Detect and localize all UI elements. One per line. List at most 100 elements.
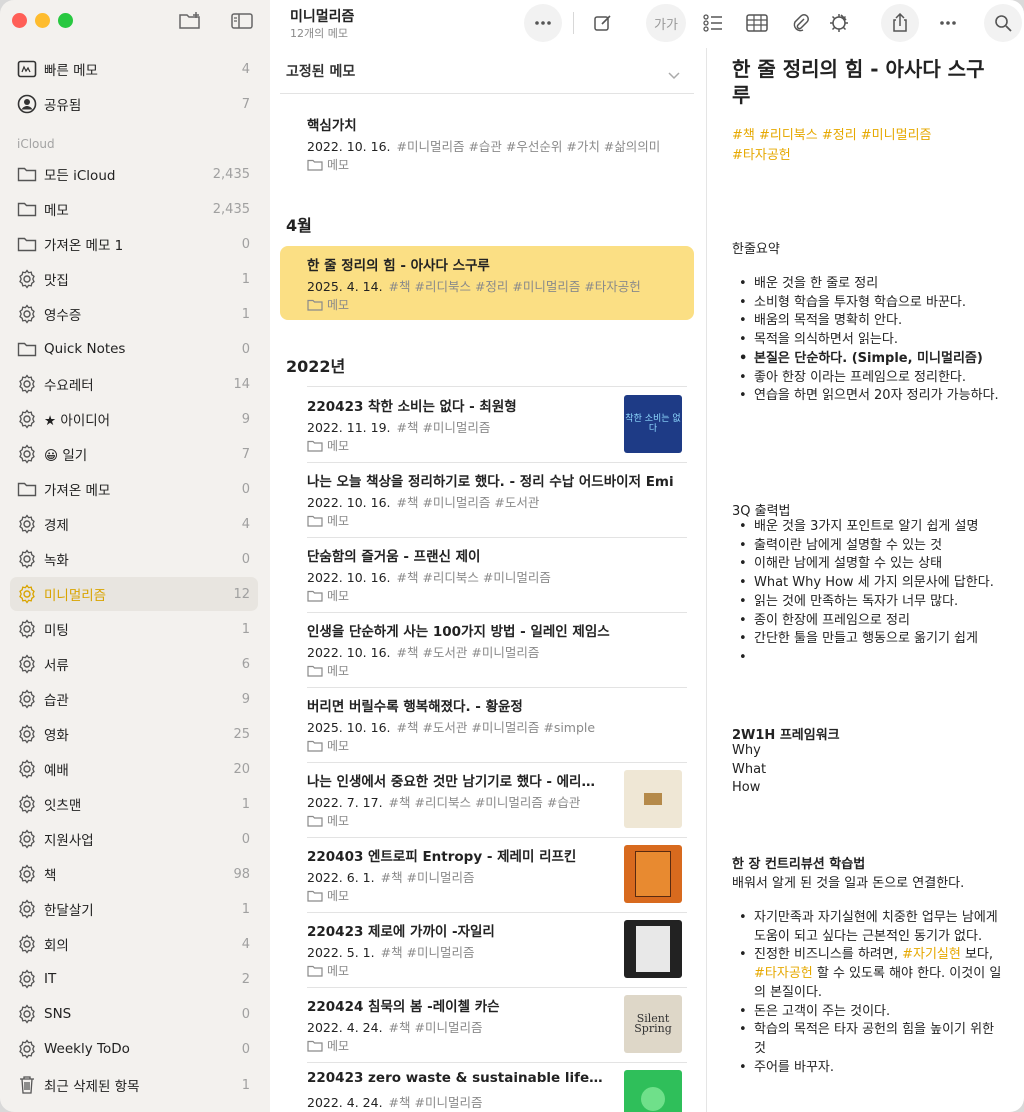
sidebar-item[interactable]: IT 2 bbox=[10, 962, 258, 996]
sidebar-item[interactable]: 서류 6 bbox=[10, 647, 258, 681]
note-row-title: 버리면 버릴수록 행복해졌다. - 황윤정 bbox=[307, 699, 523, 715]
search-button[interactable] bbox=[984, 4, 1022, 42]
contribution-intro[interactable]: 배워서 알게 된 것을 일과 돈으로 연결한다. bbox=[732, 872, 964, 891]
sidebar-item[interactable]: 미팅 1 bbox=[10, 612, 258, 646]
sidebar-item[interactable]: 공유됨 7 bbox=[10, 87, 258, 121]
list-item[interactable]: 본질은 단순하다. (Simple, 미니멀리즘) bbox=[732, 350, 1002, 369]
section-heading-3q[interactable]: 3Q 출력법 bbox=[732, 500, 791, 519]
sidebar-item[interactable]: 녹화 0 bbox=[10, 542, 258, 576]
sidebar-item[interactable]: 한달살기 1 bbox=[10, 892, 258, 926]
sidebar-item[interactable]: Weekly ToDo 0 bbox=[10, 1032, 258, 1066]
format-button[interactable]: 가가 bbox=[646, 4, 686, 42]
list-item[interactable]: 목적을 의식하면서 읽는다. bbox=[732, 331, 1002, 350]
note-editor[interactable]: 한 줄 정리의 힘 - 아사다 스구루 #책 #리디북스 #정리 #미니멀리즘 … bbox=[707, 48, 1024, 1112]
3q-list[interactable]: 배운 것을 3가지 포인트로 알기 쉽게 설명출력이란 남에게 설명할 수 있는… bbox=[732, 518, 1002, 668]
sidebar-item[interactable]: 예배 20 bbox=[10, 752, 258, 786]
table-button[interactable] bbox=[738, 4, 776, 42]
note-row[interactable]: 220423 착한 소비는 없다 - 최원형 2022. 11. 19. #책 #미… bbox=[280, 387, 694, 461]
section-heading-2w1h[interactable]: 2W1H 프레임워크 bbox=[732, 724, 840, 743]
sidebar-toggle-icon[interactable] bbox=[230, 11, 254, 31]
gear-icon bbox=[16, 443, 38, 465]
text-line[interactable]: How bbox=[732, 779, 766, 798]
sidebar-item[interactable]: 잇츠맨 1 bbox=[10, 787, 258, 821]
close-window-button[interactable] bbox=[12, 13, 27, 28]
list-item[interactable]: 읽는 것에 만족하는 독자가 너무 많다. bbox=[732, 593, 1002, 612]
note-title[interactable]: 한 줄 정리의 힘 - 아사다 스구루 bbox=[732, 56, 1000, 108]
list-item[interactable]: 좋아 한장 이라는 프레임으로 정리한다. bbox=[732, 369, 1002, 388]
note-row[interactable]: 버리면 버릴수록 행복해졌다. - 황윤정 2025. 10. 16. #책 #도서… bbox=[280, 687, 694, 761]
sidebar-item[interactable]: 😀 일기 7 bbox=[10, 437, 258, 471]
hashtag-link[interactable]: #타자공헌 bbox=[754, 966, 813, 981]
sidebar-item[interactable]: 지원사업 0 bbox=[10, 822, 258, 856]
list-item[interactable]: 소비형 학습을 투자형 학습으로 바꾼다. bbox=[732, 294, 1002, 313]
sidebar-item[interactable]: 수요레터 14 bbox=[10, 367, 258, 401]
chevron-down-icon[interactable] bbox=[668, 65, 680, 84]
sidebar-item[interactable]: SNS 0 bbox=[10, 997, 258, 1031]
new-folder-icon[interactable] bbox=[178, 11, 202, 31]
note-row[interactable]: 220403 엔트로피 Entropy - 제레미 리프킨 2022. 6. 1.… bbox=[280, 837, 694, 911]
contribution-list[interactable]: 자기만족과 자기실현에 치중한 업무는 남에게 도움이 되고 싶다는 근본적인 … bbox=[732, 909, 1002, 1077]
sidebar-item[interactable]: ★ 아이디어 9 bbox=[10, 402, 258, 436]
sidebar-item[interactable]: 영화 25 bbox=[10, 717, 258, 751]
checklist-button[interactable] bbox=[694, 4, 732, 42]
2w1h-lines[interactable]: Why What How bbox=[732, 742, 766, 798]
share-button[interactable] bbox=[881, 4, 919, 42]
sidebar-item[interactable]: 미니멀리즘 12 bbox=[10, 577, 258, 611]
section-heading-summary[interactable]: 한줄요약 bbox=[732, 238, 780, 257]
list-item[interactable]: 배움의 목적을 명확히 안다. bbox=[732, 312, 1002, 331]
list-item[interactable]: 학습의 목적은 타자 공헌의 힘을 높이기 위한 것 bbox=[732, 1021, 1002, 1058]
list-item[interactable]: 주어를 바꾸자. bbox=[732, 1059, 1002, 1078]
sidebar-item[interactable]: 가져온 메모 0 bbox=[10, 472, 258, 506]
sidebar-item[interactable]: 모든 iCloud 2,435 bbox=[10, 157, 258, 191]
sidebar-item[interactable]: 회의 4 bbox=[10, 927, 258, 961]
list-item[interactable] bbox=[732, 649, 1002, 668]
list-item[interactable]: 배운 것을 한 줄로 정리 bbox=[732, 275, 1002, 294]
more-options-button[interactable] bbox=[524, 4, 562, 42]
note-row[interactable]: 나는 오늘 책상을 정리하기로 했다. - 정리 수납 어드바이저 Emi 202… bbox=[280, 462, 694, 536]
more-actions-button[interactable] bbox=[929, 4, 967, 42]
note-row-meta: 2022. 10. 16. #미니멀리즘 #습관 #우선순위 #가치 #삶의의미 bbox=[307, 136, 687, 155]
sidebar-item[interactable]: 메모 2,435 bbox=[10, 192, 258, 226]
note-row[interactable]: 인생을 단순하게 사는 100가지 방법 - 일레인 제임스 2022. 10. … bbox=[280, 612, 694, 686]
note-tags-line[interactable]: #타자공헌 bbox=[732, 146, 1000, 166]
summary-list[interactable]: 배운 것을 한 줄로 정리소비형 학습을 투자형 학습으로 바꾼다.배움의 목적… bbox=[732, 275, 1002, 406]
sidebar-item[interactable]: 경제 4 bbox=[10, 507, 258, 541]
list-item[interactable]: 배운 것을 3가지 포인트로 알기 쉽게 설명 bbox=[732, 518, 1002, 537]
list-item[interactable]: 자기만족과 자기실현에 치중한 업무는 남에게 도움이 되고 싶다는 근본적인 … bbox=[732, 909, 1002, 946]
note-row[interactable]: 220423 zero waste & sustainable lifesty…… bbox=[280, 1062, 694, 1112]
zoom-window-button[interactable] bbox=[58, 13, 73, 28]
minimize-window-button[interactable] bbox=[35, 13, 50, 28]
hashtag-link[interactable]: #자기실현 bbox=[902, 947, 961, 962]
sidebar-item[interactable]: 가져온 메모 1 0 bbox=[10, 227, 258, 261]
list-item[interactable]: 출력이란 남에게 설명할 수 있는 것 bbox=[732, 537, 1002, 556]
list-item[interactable]: 종이 한장에 프레임으로 정리 bbox=[732, 612, 1002, 631]
note-row[interactable]: 나는 인생에서 중요한 것만 남기기로 했다 - 에리카… 2022. 7. 17… bbox=[280, 762, 694, 836]
list-item[interactable]: 돈은 고객이 주는 것이다. bbox=[732, 1003, 1002, 1022]
text-line[interactable]: What bbox=[732, 761, 766, 780]
sidebar-item[interactable]: 최근 삭제된 항목 1 bbox=[10, 1068, 258, 1102]
sidebar-item[interactable]: 습관 9 bbox=[10, 682, 258, 716]
note-row[interactable]: 220424 침묵의 봄 -레이첼 카슨 2022. 4. 24. #책 #미니멀리… bbox=[280, 987, 694, 1061]
pinned-header[interactable]: 고정된 메모 bbox=[286, 61, 355, 81]
list-item[interactable]: What Why How 세 가지 의문사에 답한다. bbox=[732, 574, 1002, 593]
note-row[interactable]: 단숨함의 즐거움 - 프랜신 제이 2022. 10. 16. #책 #리디북스 #… bbox=[280, 537, 694, 611]
attachment-button[interactable] bbox=[781, 4, 819, 42]
sidebar-item[interactable]: 영수증 1 bbox=[10, 297, 258, 331]
note-tags[interactable]: #책 #리디북스 #정리 #미니멀리즘 #타자공헌 bbox=[732, 126, 1000, 166]
collaborate-button[interactable] bbox=[820, 4, 858, 42]
section-heading-contribution[interactable]: 한 장 컨트리뷰션 학습법 bbox=[732, 853, 865, 872]
list-item[interactable]: 이해란 남에게 설명할 수 있는 상태 bbox=[732, 555, 1002, 574]
sidebar-item[interactable]: 빠른 메모 4 bbox=[10, 52, 258, 86]
sidebar-item[interactable]: 책 98 bbox=[10, 857, 258, 891]
note-row[interactable]: 220423 제로에 가까이 -자일리 2022. 5. 1. #책 #미니멀리즘 메… bbox=[280, 912, 694, 986]
list-item[interactable]: 연습을 하면 읽으면서 20자 정리가 가능하다. bbox=[732, 387, 1002, 406]
sidebar-item[interactable]: 맛집 1 bbox=[10, 262, 258, 296]
note-tags-line[interactable]: #책 #리디북스 #정리 #미니멀리즘 bbox=[732, 126, 1000, 146]
compose-button[interactable] bbox=[584, 4, 622, 42]
sidebar-item[interactable]: Quick Notes 0 bbox=[10, 332, 258, 366]
note-row[interactable]: 핵심가치 2022. 10. 16. #미니멀리즘 #습관 #우선순위 #가치 #삶… bbox=[280, 106, 694, 180]
list-item[interactable]: 간단한 툴을 만들고 행동으로 옮기기 쉽게 bbox=[732, 630, 1002, 649]
text-line[interactable]: Why bbox=[732, 742, 766, 761]
list-item[interactable]: 진정한 비즈니스를 하려면, #자기실현 보다, #타자공헌 할 수 있도록 해… bbox=[732, 946, 1002, 1002]
note-row[interactable]: 한 줄 정리의 힘 - 아사다 스구루 2025. 4. 14. #책 #리디북스 … bbox=[280, 246, 694, 320]
